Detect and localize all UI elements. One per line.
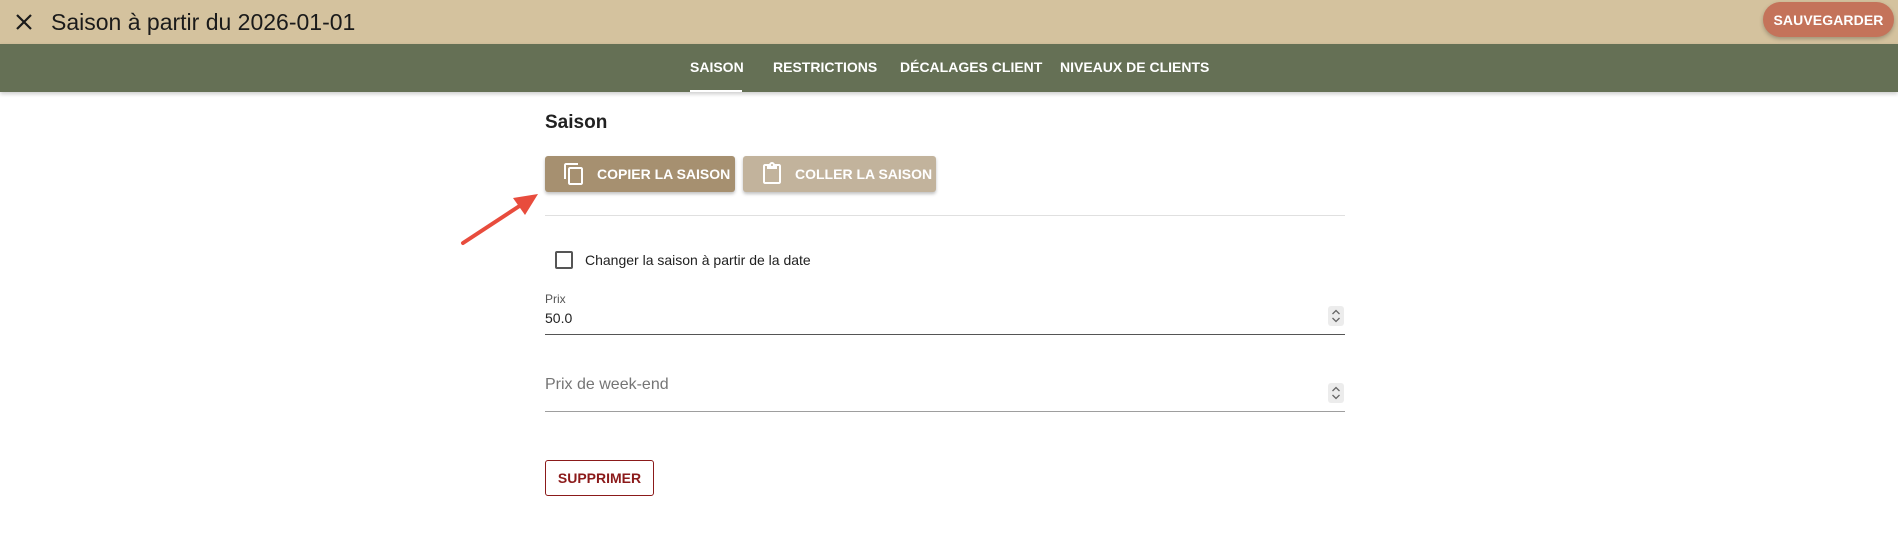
price-underline bbox=[545, 334, 1345, 335]
copy-icon bbox=[564, 163, 583, 185]
clipboard-icon bbox=[763, 162, 781, 184]
section-divider bbox=[545, 215, 1345, 216]
paste-season-label: COLLER LA SAISON bbox=[795, 166, 933, 182]
close-button[interactable] bbox=[6, 4, 42, 40]
tab-restrictions[interactable]: RESTRICTIONS bbox=[773, 44, 877, 92]
weekend-price-underline bbox=[545, 411, 1345, 412]
copy-season-button[interactable]: COPIER LA SAISON bbox=[545, 156, 735, 192]
save-button[interactable]: SAUVEGARDER bbox=[1763, 2, 1894, 37]
change-date-checkbox[interactable] bbox=[555, 251, 573, 269]
change-date-label: Changer la saison à partir de la date bbox=[585, 252, 811, 268]
tab-niveaux-de-clients[interactable]: NIVEAUX DE CLIENTS bbox=[1060, 44, 1209, 92]
paste-season-button[interactable]: COLLER LA SAISON bbox=[743, 156, 936, 192]
annotation-arrow bbox=[461, 194, 538, 245]
tab-bar: SAISON RESTRICTIONS DÉCALAGES CLIENT NIV… bbox=[0, 44, 1898, 92]
copy-season-label: COPIER LA SAISON bbox=[597, 166, 731, 182]
price-spinner[interactable] bbox=[1328, 306, 1344, 326]
price-input[interactable] bbox=[545, 306, 1345, 330]
price-label: Prix bbox=[545, 292, 566, 306]
tab-saison[interactable]: SAISON bbox=[690, 44, 744, 92]
tab-decalages-client[interactable]: DÉCALAGES CLIENT bbox=[900, 44, 1042, 92]
weekend-price-input[interactable] bbox=[545, 373, 1345, 397]
top-app-bar: Saison à partir du 2026-01-01 SAUVEGARDE… bbox=[0, 0, 1898, 44]
spinner-arrows-icon bbox=[1332, 309, 1340, 323]
delete-button[interactable]: SUPPRIMER bbox=[545, 460, 654, 496]
weekend-price-spinner[interactable] bbox=[1328, 383, 1344, 403]
page-title: Saison à partir du 2026-01-01 bbox=[51, 9, 356, 35]
spinner-arrows-icon bbox=[1332, 386, 1340, 400]
section-title: Saison bbox=[545, 112, 608, 133]
close-icon bbox=[16, 14, 32, 30]
